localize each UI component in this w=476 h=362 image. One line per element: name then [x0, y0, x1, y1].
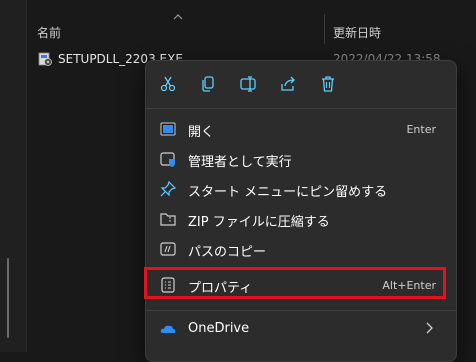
- onedrive-icon: [160, 325, 176, 333]
- column-name-header[interactable]: 名前: [37, 24, 61, 41]
- column-date-header[interactable]: 更新日時: [333, 24, 381, 41]
- menu-item-label: パスのコピー: [188, 245, 267, 260]
- share-icon: [281, 76, 295, 91]
- menu-item-compress-zip[interactable]: ZIP ファイルに圧縮する: [150, 205, 452, 233]
- menu-item-label: プロパティ: [188, 281, 253, 296]
- menu-item-onedrive[interactable]: OneDrive: [150, 315, 452, 343]
- menu-item-open[interactable]: 開く Enter: [150, 115, 452, 143]
- share-button[interactable]: [274, 71, 302, 97]
- menu-item-shortcut: Enter: [406, 123, 436, 136]
- exe-file-icon: [38, 52, 52, 66]
- menu-item-label: OneDrive: [188, 321, 250, 336]
- run-as-admin-icon: [160, 152, 175, 167]
- rename-icon: [240, 76, 256, 92]
- menu-separator: [146, 108, 456, 109]
- properties-icon: [161, 277, 175, 293]
- nav-scrollbar[interactable]: [7, 258, 9, 338]
- copy-button[interactable]: [194, 71, 222, 97]
- menu-item-properties[interactable]: プロパティ Alt+Enter: [144, 267, 452, 299]
- menu-separator: [146, 310, 456, 311]
- menu-item-shortcut: Alt+Enter: [382, 279, 436, 292]
- sort-ascending-icon: [173, 14, 183, 20]
- delete-button[interactable]: [314, 71, 342, 97]
- column-header: 名前 更新日時: [27, 0, 476, 44]
- menu-item-pin-to-start[interactable]: スタート メニューにピン留めする: [150, 175, 452, 203]
- zip-icon: [160, 213, 176, 226]
- context-menu-toolbar: [146, 61, 456, 107]
- copy-icon: [202, 76, 214, 92]
- rename-button[interactable]: [234, 71, 262, 97]
- delete-icon: [322, 76, 334, 92]
- chevron-right-icon: [426, 322, 433, 334]
- column-divider[interactable]: [324, 14, 325, 44]
- cut-button[interactable]: [154, 71, 182, 97]
- copy-path-icon: [160, 242, 176, 256]
- menu-item-label: ZIP ファイルに圧縮する: [188, 215, 330, 230]
- navigation-pane: [0, 0, 27, 352]
- pin-icon: [160, 181, 176, 197]
- menu-item-label: 開く: [188, 125, 215, 140]
- menu-item-label: 管理者として実行: [188, 155, 292, 170]
- cut-icon: [160, 76, 176, 92]
- context-menu: 開く Enter 管理者として実行 スタート メニューにピン留めする ZIP フ…: [144, 60, 457, 362]
- menu-item-run-as-admin[interactable]: 管理者として実行: [150, 145, 452, 173]
- open-icon: [160, 122, 176, 136]
- menu-item-label: スタート メニューにピン留めする: [188, 185, 388, 200]
- menu-item-copy-path[interactable]: パスのコピー: [150, 235, 452, 263]
